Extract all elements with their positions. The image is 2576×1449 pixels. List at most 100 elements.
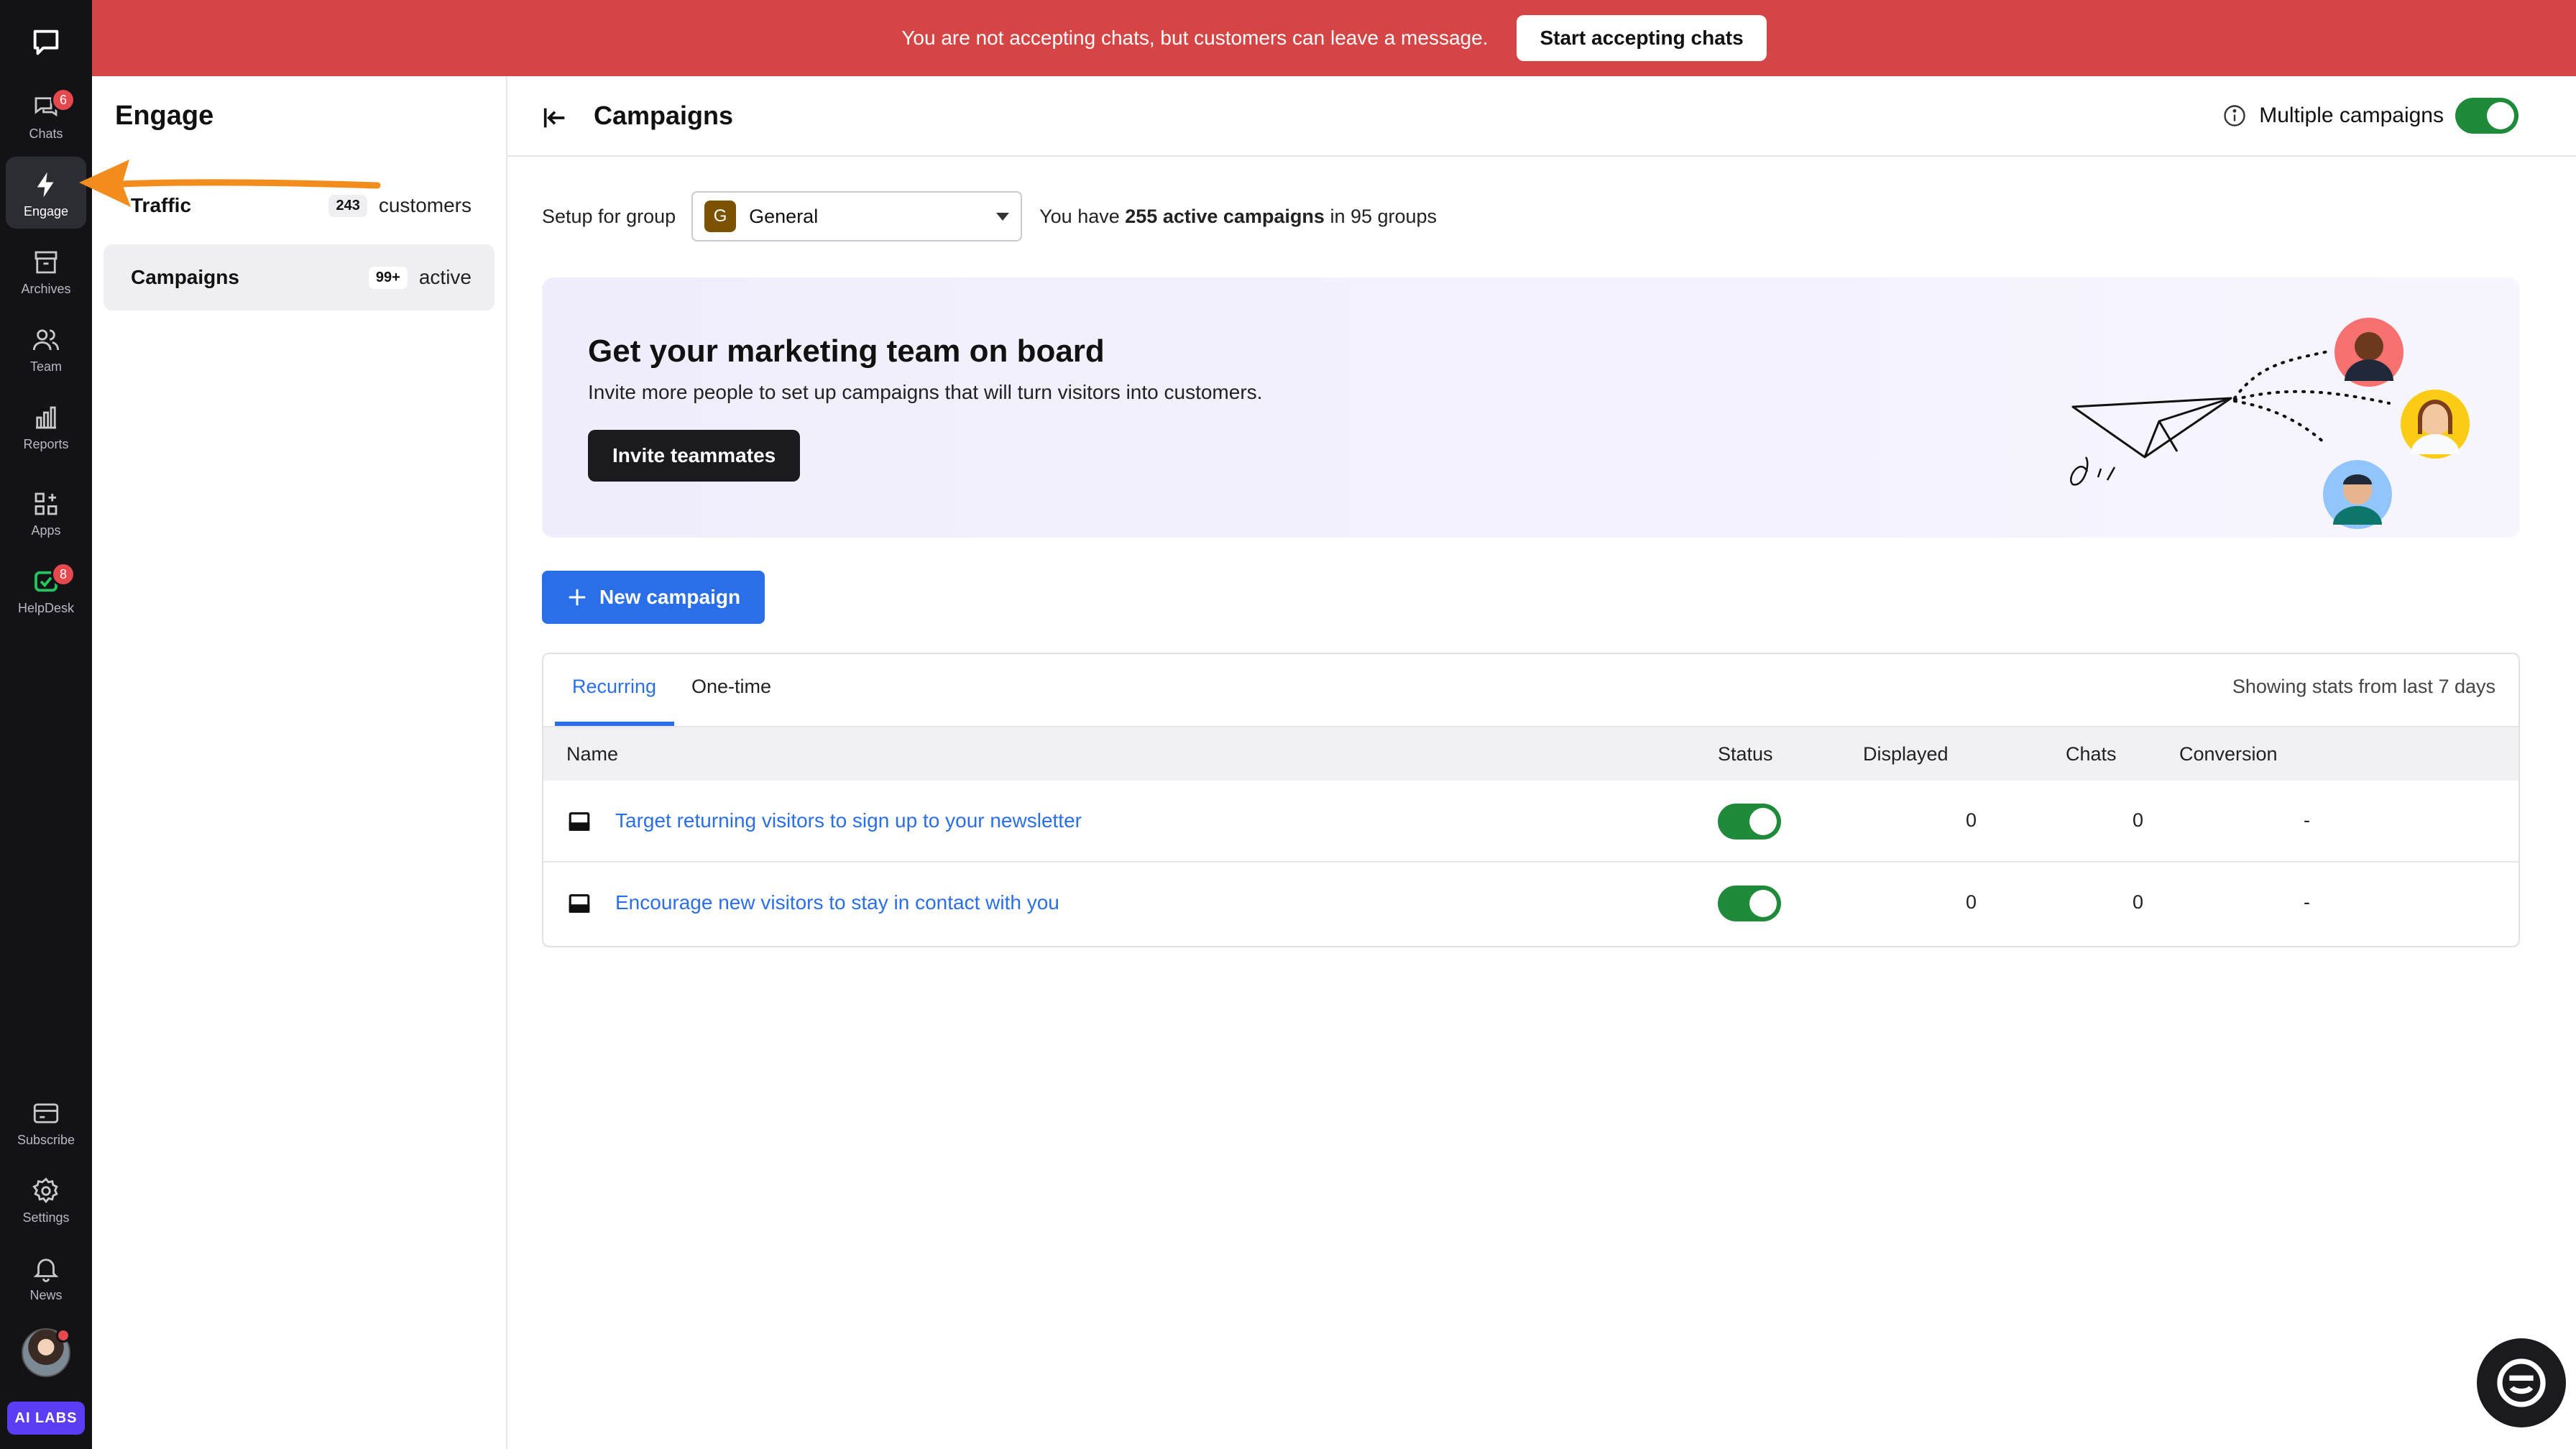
engage-sidebar: Engage Traffic 243 customers Campaigns 9… (92, 76, 507, 1449)
chevron-down-icon (996, 212, 1010, 221)
sidebar-title: Engage (115, 101, 214, 131)
paper-plane-illustration (2070, 318, 2470, 529)
promo-subtitle: Invite more people to set up campaigns t… (588, 381, 1263, 403)
chat-widget-button[interactable] (2477, 1338, 2566, 1427)
active-campaigns-info: You have 255 active campaigns in 95 grou… (1039, 206, 1437, 228)
group-initial-badge: G (704, 201, 737, 232)
sidebar-item-count: 99+ (368, 266, 408, 289)
column-chats: Chats (2066, 743, 2117, 765)
info-prefix: You have (1039, 205, 1126, 227)
banner-message: You are not accepting chats, but custome… (901, 27, 1489, 49)
plus-icon (569, 589, 586, 606)
group-setup: Setup for group G General You have 255 a… (542, 191, 1437, 242)
reports-icon (36, 406, 56, 429)
tab-recurring[interactable]: Recurring (572, 676, 656, 698)
rail-label: Reports (23, 437, 69, 451)
popup-campaign-icon (569, 894, 590, 913)
stats-period-note: Showing stats from last 7 days (2232, 676, 2496, 697)
rail-item-archives[interactable]: Archives (6, 234, 86, 306)
ai-labs-button[interactable]: AI LABS (7, 1402, 85, 1435)
rail-label: HelpDesk (17, 601, 75, 615)
rail-label: News (29, 1288, 63, 1302)
rail-label: Team (29, 359, 62, 374)
settings-icon (32, 1177, 58, 1204)
orange-arrow-annotation (79, 160, 381, 207)
popup-campaign-icon (569, 812, 590, 831)
group-select[interactable]: G General (691, 191, 1023, 242)
engage-icon (37, 172, 54, 198)
displayed-value: 0 (1966, 891, 1977, 913)
sidebar-item-unit: active (418, 266, 472, 288)
column-name: Name (566, 743, 619, 765)
avatar-1 (2334, 318, 2404, 387)
rail-label: Engage (23, 204, 69, 218)
table-row[interactable]: Encourage new visitors to stay in contac… (543, 862, 2518, 944)
campaign-status-toggle[interactable] (1718, 804, 1781, 840)
campaign-name-link[interactable]: Target returning visitors to sign up to … (615, 809, 1082, 832)
info-bold: 255 active campaigns (1125, 205, 1325, 227)
campaign-tabs: Recurring One-time Showing stats from la… (543, 654, 2518, 727)
info-icon[interactable] (2222, 103, 2248, 129)
sidebar-item-campaigns[interactable]: Campaigns 99+ active (104, 244, 494, 310)
chat-bubble-icon (2497, 1358, 2546, 1407)
sidebar-item-unit: customers (378, 194, 472, 216)
page-header: Campaigns Multiple campaigns (507, 76, 2576, 157)
bell-icon (33, 1259, 59, 1282)
archives-icon (34, 251, 58, 274)
main-content: Campaigns Multiple campaigns Setup for g… (507, 76, 2576, 1449)
rail-item-apps[interactable]: Apps (6, 476, 86, 548)
rail-item-chats[interactable]: 6 Chats (6, 79, 86, 151)
page-title: Campaigns (594, 101, 734, 130)
group-select-value: General (749, 205, 819, 227)
status-dot (56, 1328, 70, 1343)
campaigns-table: Recurring One-time Showing stats from la… (542, 653, 2520, 947)
left-rail: 6 Chats Engage Archives Team Reports App… (0, 0, 92, 1449)
rail-item-news[interactable]: News (6, 1241, 86, 1312)
conversion-value: - (2304, 891, 2310, 913)
collapse-sidebar-icon[interactable] (540, 104, 569, 132)
new-campaign-label: New campaign (599, 586, 741, 608)
campaign-status-toggle[interactable] (1718, 886, 1781, 921)
rail-item-reports[interactable]: Reports (6, 390, 86, 461)
rail-label: Chats (29, 126, 63, 141)
apps-icon (34, 492, 58, 515)
promo-title: Get your marketing team on board (588, 334, 1105, 369)
tab-one-time[interactable]: One-time (691, 676, 771, 698)
rail-label: Archives (21, 282, 71, 296)
livechat-logo-icon[interactable] (29, 26, 63, 59)
multiple-campaigns-label: Multiple campaigns (2259, 104, 2444, 127)
conversion-value: - (2304, 809, 2310, 831)
chats-value: 0 (2133, 809, 2144, 831)
column-conversion: Conversion (2179, 743, 2278, 765)
new-campaign-button[interactable]: New campaign (542, 571, 765, 624)
rail-label: Subscribe (17, 1133, 75, 1147)
column-displayed: Displayed (1863, 743, 1949, 765)
rail-item-subscribe[interactable]: Subscribe (6, 1085, 86, 1157)
status-banner: You are not accepting chats, but custome… (92, 0, 2576, 76)
avatar-2 (2401, 390, 2470, 459)
multiple-campaigns-setting: Multiple campaigns (2222, 98, 2518, 134)
rail-label: Settings (22, 1210, 70, 1225)
rail-item-helpdesk[interactable]: 8 HelpDesk (6, 553, 86, 625)
table-row[interactable]: Target returning visitors to sign up to … (543, 781, 2518, 862)
displayed-value: 0 (1966, 809, 1977, 831)
chats-value: 0 (2133, 891, 2144, 913)
invite-promo-card: Get your marketing team on board Invite … (542, 277, 2520, 538)
column-status: Status (1718, 743, 1773, 765)
avatar-3 (2323, 460, 2392, 529)
multiple-campaigns-toggle[interactable] (2455, 98, 2518, 134)
invite-teammates-button[interactable]: Invite teammates (588, 430, 801, 482)
info-suffix: in 95 groups (1324, 205, 1438, 227)
active-tab-indicator (555, 722, 674, 726)
team-icon (32, 329, 60, 351)
sidebar-item-label: Campaigns (131, 266, 239, 288)
setup-label: Setup for group (542, 205, 676, 227)
subscribe-icon (33, 1103, 59, 1123)
chats-badge: 6 (51, 88, 75, 112)
rail-item-team[interactable]: Team (6, 312, 86, 384)
user-avatar[interactable] (22, 1328, 70, 1377)
rail-item-settings[interactable]: Settings (6, 1163, 86, 1235)
table-header: Name Status Displayed Chats Conversion (543, 727, 2518, 781)
start-accepting-chats-button[interactable]: Start accepting chats (1517, 15, 1767, 61)
campaign-name-link[interactable]: Encourage new visitors to stay in contac… (615, 891, 1059, 914)
